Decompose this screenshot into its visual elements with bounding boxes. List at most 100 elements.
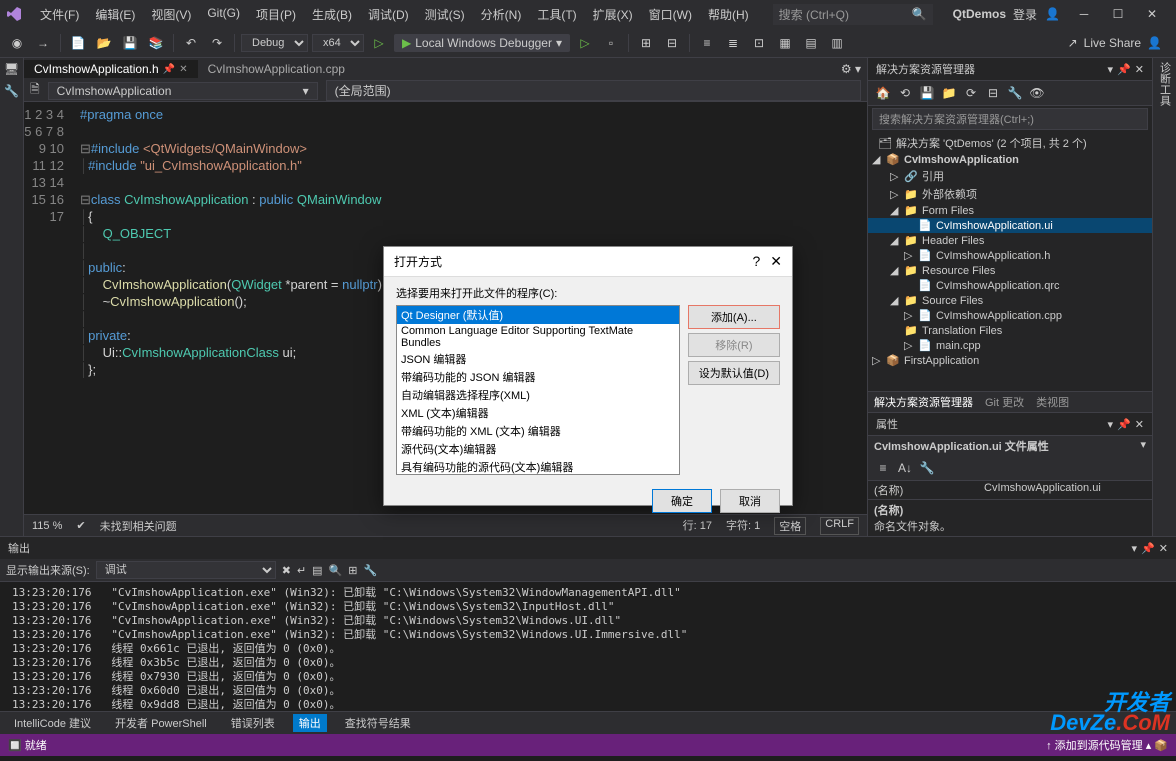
wrench-icon[interactable]: 🔧 xyxy=(918,459,936,477)
alpha-icon[interactable]: A↓ xyxy=(896,459,914,477)
pin-icon[interactable]: 📌 xyxy=(163,64,175,75)
open-icon[interactable]: 📂 xyxy=(93,32,115,54)
project-node[interactable]: ◢📦CvImshowApplication xyxy=(868,152,1152,167)
tab-dropdown-icon[interactable]: ⚙ ▾ xyxy=(835,62,867,76)
list-item[interactable]: 源代码(文本)编辑器 xyxy=(397,440,679,458)
tab-powershell[interactable]: 开发者 PowerShell xyxy=(109,714,213,732)
source-control-status[interactable]: ↑ 添加到源代码管理 ▴ 📦 xyxy=(1046,737,1168,753)
close-icon[interactable]: ✕ xyxy=(1159,542,1168,555)
tab-solution[interactable]: 解决方案资源管理器 xyxy=(874,394,973,410)
menu-test[interactable]: 测试(S) xyxy=(417,2,473,27)
list-item[interactable]: XML (文本)编辑器 xyxy=(397,404,679,422)
tb-icon-5[interactable]: ≣ xyxy=(722,32,744,54)
dropdown-icon[interactable]: ▾ xyxy=(1132,542,1138,555)
scope-dropdown[interactable]: CvImshowApplication▾ xyxy=(48,82,318,100)
menu-debug[interactable]: 调试(D) xyxy=(360,2,417,27)
list-item[interactable]: JSON 编辑器 xyxy=(397,350,679,368)
user-icon[interactable]: 👤 xyxy=(1045,7,1060,21)
platform-dropdown[interactable]: x64 xyxy=(312,34,364,52)
new-icon[interactable]: 📄 xyxy=(67,32,89,54)
solution-search[interactable]: 搜索解决方案资源管理器(Ctrl+;) xyxy=(872,108,1148,130)
ok-button[interactable]: 确定 xyxy=(652,489,712,513)
menu-build[interactable]: 生成(B) xyxy=(304,2,360,27)
list-item[interactable]: 具有编码功能的源代码(文本)编辑器 xyxy=(397,458,679,475)
save-icon[interactable]: 💾 xyxy=(918,84,936,102)
pin-icon[interactable]: 📌 xyxy=(1117,63,1131,76)
tab-output[interactable]: 输出 xyxy=(293,714,327,732)
header-file-node[interactable]: ▷📄CvImshowApplication.h xyxy=(868,248,1152,263)
list-item[interactable]: Common Language Editor Supporting TextMa… xyxy=(397,324,679,350)
menu-file[interactable]: 文件(F) xyxy=(32,2,87,27)
list-item[interactable]: 自动编辑器选择程序(XML) xyxy=(397,386,679,404)
categorized-icon[interactable]: ≡ xyxy=(874,459,892,477)
toolbox-icon[interactable]: 🔧 xyxy=(4,84,19,98)
references-node[interactable]: ▷🔗引用 xyxy=(868,167,1152,185)
toggle-icon[interactable]: ▤ xyxy=(312,564,322,577)
set-default-button[interactable]: 设为默认值(D) xyxy=(688,361,780,385)
menu-analyze[interactable]: 分析(N) xyxy=(473,2,530,27)
output-source-dropdown[interactable]: 调试 xyxy=(96,561,276,579)
login-link[interactable]: 登录 xyxy=(1013,6,1037,23)
menu-git[interactable]: Git(G) xyxy=(199,2,248,27)
source-file-node[interactable]: ▷📄CvImshowApplication.cpp xyxy=(868,308,1152,323)
extdep-node[interactable]: ▷📁外部依赖项 xyxy=(868,185,1152,203)
list-item[interactable]: 带编码功能的 XML (文本) 编辑器 xyxy=(397,422,679,440)
clear-icon[interactable]: ✖ xyxy=(282,564,291,577)
resource-folder-node[interactable]: ◢📁Resource Files xyxy=(868,263,1152,278)
liveshare-button[interactable]: Live Share xyxy=(1084,36,1141,50)
showall-icon[interactable]: 📁 xyxy=(940,84,958,102)
redo-icon[interactable]: ↷ xyxy=(206,32,228,54)
resource-file-node[interactable]: 📄CvImshowApplication.qrc xyxy=(868,278,1152,293)
add-button[interactable]: 添加(A)... xyxy=(688,305,780,329)
help-button[interactable]: ? xyxy=(752,253,760,270)
menu-edit[interactable]: 编辑(E) xyxy=(87,2,143,27)
config-dropdown[interactable]: Debug xyxy=(241,34,308,52)
tb-icon-8[interactable]: ▤ xyxy=(800,32,822,54)
pin-icon[interactable]: 📌 xyxy=(1141,542,1155,555)
issues-status[interactable]: 未找到相关问题 xyxy=(100,518,177,534)
start-no-debug-icon[interactable]: ▷ xyxy=(574,32,596,54)
tb-icon-7[interactable]: ▦ xyxy=(774,32,796,54)
properties-subject[interactable]: CvImshowApplication.ui 文件属性▾ xyxy=(868,436,1152,456)
menu-view[interactable]: 视图(V) xyxy=(143,2,199,27)
refresh-icon[interactable]: ⟳ xyxy=(962,84,980,102)
start-debugging-button[interactable]: ▶ Local Windows Debugger ▾ xyxy=(394,34,570,52)
tab-intellicode[interactable]: IntelliCode 建议 xyxy=(8,714,97,732)
form-file-node[interactable]: 📄CvImshowApplication.ui xyxy=(868,218,1152,233)
menu-extensions[interactable]: 扩展(X) xyxy=(585,2,641,27)
minimize-button[interactable]: ─ xyxy=(1068,2,1100,26)
tb-icon[interactable]: 🔧 xyxy=(364,564,378,577)
find-icon[interactable]: 🔍 xyxy=(329,564,343,577)
close-icon[interactable]: ✕ xyxy=(179,64,187,75)
menu-help[interactable]: 帮助(H) xyxy=(700,2,757,27)
close-button[interactable]: ✕ xyxy=(1136,2,1168,26)
collapsed-panel[interactable]: 诊断工具 xyxy=(1157,62,1173,106)
nav-fwd-icon[interactable]: → xyxy=(32,32,54,54)
tb-icon[interactable]: ▫ xyxy=(600,32,622,54)
maximize-button[interactable]: ☐ xyxy=(1102,2,1134,26)
output-text[interactable]: 13:23:20:176 "CvImshowApplication.exe" (… xyxy=(0,582,1176,711)
tab-findsymbol[interactable]: 查找符号结果 xyxy=(339,714,417,732)
form-folder-node[interactable]: ◢📁Form Files xyxy=(868,203,1152,218)
cancel-button[interactable]: 取消 xyxy=(720,489,780,513)
tb-icon-2[interactable]: ⊞ xyxy=(635,32,657,54)
close-icon[interactable]: ✕ xyxy=(1135,63,1144,76)
trans-folder-node[interactable]: 📁Translation Files xyxy=(868,323,1152,338)
tab-active[interactable]: CvImshowApplication.h 📌 ✕ xyxy=(24,60,198,78)
search-input[interactable]: 搜索 (Ctrl+Q) 🔍 xyxy=(773,4,933,25)
zoom-level[interactable]: 115 % xyxy=(32,520,62,532)
undo-icon[interactable]: ↶ xyxy=(180,32,202,54)
tb-icon-4[interactable]: ≡ xyxy=(696,32,718,54)
wrap-icon[interactable]: ↵ xyxy=(297,564,306,577)
dropdown-icon[interactable]: ▾ xyxy=(1108,63,1114,76)
nav-back-icon[interactable]: ◉ xyxy=(6,32,28,54)
tb-icon-6[interactable]: ⊡ xyxy=(748,32,770,54)
dropdown-icon[interactable]: ▾ xyxy=(1108,418,1114,431)
menu-window[interactable]: 窗口(W) xyxy=(641,2,700,27)
close-button[interactable]: ✕ xyxy=(770,253,782,270)
main-file-node[interactable]: ▷📄main.cpp xyxy=(868,338,1152,353)
header-folder-node[interactable]: ◢📁Header Files xyxy=(868,233,1152,248)
tab-git[interactable]: Git 更改 xyxy=(985,394,1024,410)
source-folder-node[interactable]: ◢📁Source Files xyxy=(868,293,1152,308)
program-list[interactable]: Qt Designer (默认值)Common Language Editor … xyxy=(396,305,680,475)
